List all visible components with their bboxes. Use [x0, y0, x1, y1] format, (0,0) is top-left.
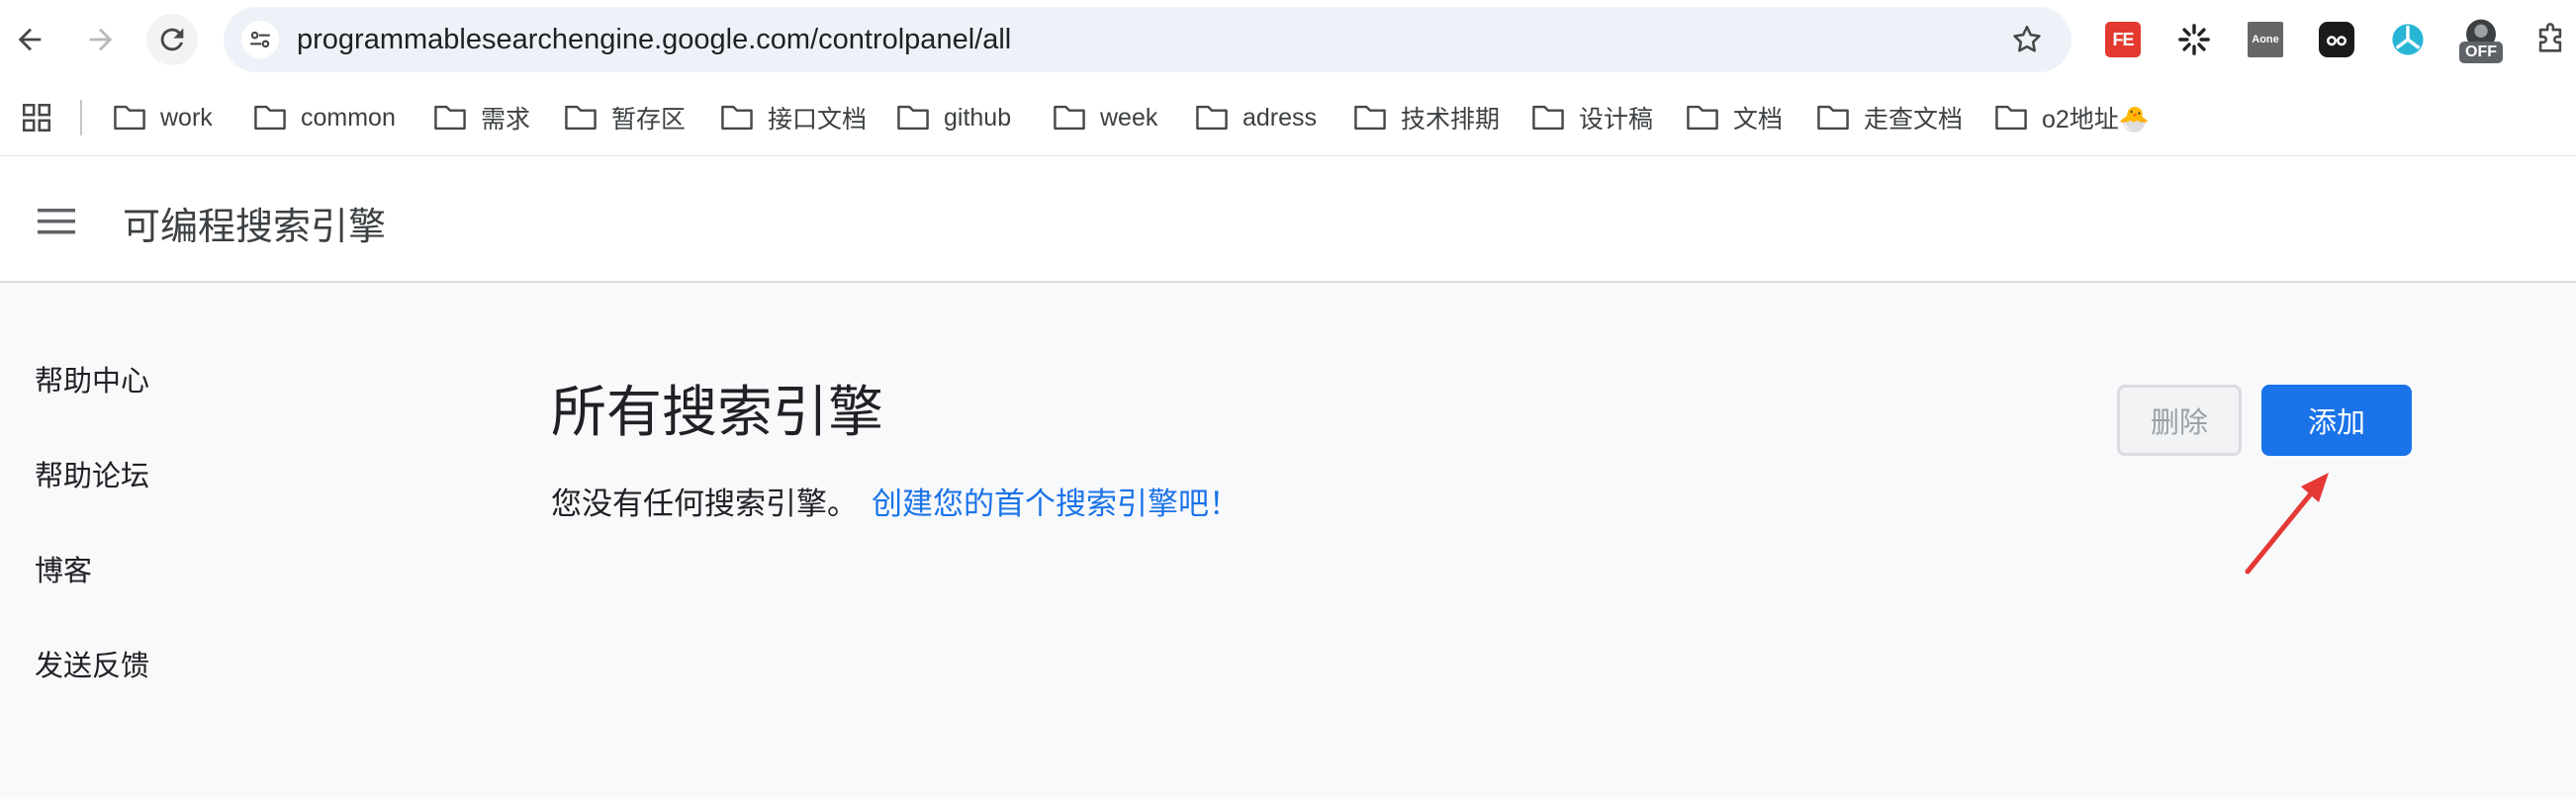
loader-extension-icon[interactable]	[2176, 22, 2212, 57]
bookmark-label: 技术排期	[1401, 106, 1501, 133]
bookmark-week[interactable]: week	[1053, 97, 1157, 138]
fe-extension-icon[interactable]: FE	[2105, 22, 2141, 57]
sidebar-item-feedback[interactable]: 发送反馈	[35, 643, 149, 684]
bookmark-label: work	[160, 103, 213, 132]
off-badge: OFF	[2459, 42, 2503, 63]
bookmark-api-docs[interactable]: 接口文档	[720, 97, 867, 138]
folder-icon	[565, 105, 597, 131]
bookmark-design[interactable]: 设计稿	[1531, 97, 1653, 138]
bookmark-label: week	[1100, 103, 1158, 132]
bookmarks-bar: work common 需求 暂存区 接口文档 github week adress 技术排期 设…	[0, 79, 2576, 156]
empty-state-text: 您没有任何搜索引擎。	[551, 487, 858, 522]
folder-icon	[1196, 105, 1228, 131]
bookmark-label: adress	[1242, 103, 1318, 132]
bookmark-github[interactable]: github	[896, 97, 1011, 138]
bookmark-label: 文档	[1733, 106, 1784, 133]
profile-avatar-icon[interactable]: OFF	[2459, 18, 2503, 65]
forward-button[interactable]	[75, 14, 127, 65]
bookmark-star-icon[interactable]	[2010, 23, 2044, 56]
bookmark-o2-address[interactable]: o2地址🐣	[1994, 97, 2150, 138]
app-header: 可编程搜索引擎	[0, 156, 2576, 283]
browser-toolbar: programmablesearchengine.google.com/cont…	[0, 0, 2576, 79]
folder-icon	[254, 105, 286, 131]
aone-extension-icon[interactable]: Aone	[2248, 22, 2283, 57]
add-button[interactable]: 添加	[2261, 385, 2412, 456]
sidebar-item-blog[interactable]: 博客	[35, 548, 92, 589]
back-button[interactable]	[4, 14, 55, 65]
site-settings-icon[interactable]	[241, 21, 279, 58]
folder-icon	[434, 105, 466, 131]
bookmark-label: github	[944, 103, 1012, 132]
folder-icon	[1354, 105, 1386, 131]
folder-icon	[1995, 105, 2027, 131]
bookmark-label: 接口文档	[768, 106, 868, 133]
bookmark-label: 暂存区	[611, 106, 687, 133]
arrow-right-icon	[89, 28, 113, 51]
app-title: 可编程搜索引擎	[123, 205, 387, 248]
bookmark-common[interactable]: common	[253, 97, 396, 138]
arrow-left-icon	[18, 28, 42, 51]
bookmarks-separator	[80, 100, 82, 135]
owl-extension-icon[interactable]	[2319, 22, 2354, 57]
url-text[interactable]: programmablesearchengine.google.com/cont…	[297, 24, 1011, 56]
sidebar-item-help-forum[interactable]: 帮助论坛	[35, 453, 149, 494]
bookmark-req[interactable]: 需求	[433, 97, 530, 138]
page-title: 所有搜索引擎	[551, 381, 883, 445]
empty-state-message: 您没有任何搜索引擎。 创建您的首个搜索引擎吧！	[551, 479, 1240, 523]
cyan-extension-icon[interactable]	[2390, 22, 2426, 57]
annotation-arrow	[2245, 473, 2329, 575]
reload-icon	[160, 28, 184, 51]
bookmark-label: 走查文档	[1864, 106, 1964, 133]
address-bar[interactable]: programmablesearchengine.google.com/cont…	[224, 7, 2071, 72]
folder-icon	[114, 105, 145, 131]
bookmark-docs[interactable]: 文档	[1686, 97, 1783, 138]
bookmark-label: common	[301, 103, 396, 132]
delete-button[interactable]: 删除	[2117, 385, 2242, 456]
folder-icon	[897, 105, 929, 131]
apps-grid-icon[interactable]	[20, 101, 53, 134]
extensions-puzzle-icon[interactable]	[2532, 22, 2568, 57]
bookmark-label: 需求	[481, 106, 531, 133]
bookmark-work[interactable]: work	[113, 97, 213, 138]
sidebar-item-help-center[interactable]: 帮助中心	[35, 358, 149, 400]
bookmark-review-docs[interactable]: 走查文档	[1816, 97, 1963, 138]
folder-icon	[1817, 105, 1849, 131]
folder-icon	[721, 105, 753, 131]
folder-icon	[1687, 105, 1718, 131]
hamburger-menu-icon[interactable]	[36, 206, 79, 237]
bookmark-tech-schedule[interactable]: 技术排期	[1353, 97, 1500, 138]
bookmark-adress[interactable]: adress	[1195, 97, 1317, 138]
bookmark-label: o2地址🐣	[2042, 106, 2150, 133]
create-search-engine-link[interactable]: 创建您的首个搜索引擎吧！	[872, 487, 1240, 522]
bookmark-staging[interactable]: 暂存区	[564, 97, 686, 138]
reload-button[interactable]	[146, 14, 198, 65]
folder-icon	[1532, 105, 1564, 131]
bookmark-label: 设计稿	[1579, 106, 1654, 133]
folder-icon	[1054, 105, 1085, 131]
